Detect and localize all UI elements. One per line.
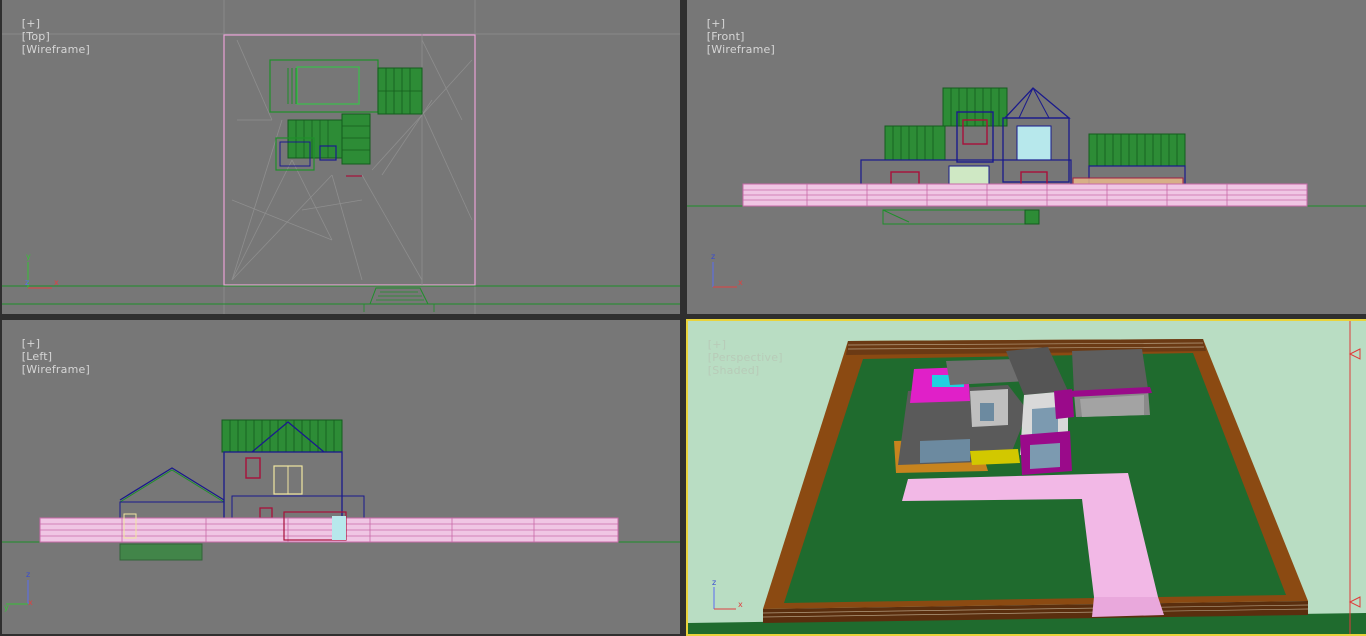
front-roof-left <box>884 125 946 161</box>
left-roof <box>221 419 343 453</box>
garage-roof <box>1072 349 1148 393</box>
viewport-menu-button[interactable]: [+] <box>707 17 725 30</box>
viewport-label-perspective: [+] [Perspective] [Shaded] <box>693 325 783 390</box>
axis-label-z: z <box>711 252 715 261</box>
axis-label-x: x <box>738 278 743 287</box>
viewport-label-left: [+] [Left] [Wireframe] <box>7 324 90 389</box>
viewport-shading-mode[interactable]: [Shaded] <box>708 364 760 377</box>
axis-label-z: z <box>26 570 30 579</box>
camera-target-marker[interactable] <box>1348 348 1361 360</box>
viewport-top[interactable]: [+] [Top] [Wireframe] y x z <box>2 0 680 314</box>
viewport-shading-mode[interactable]: [Wireframe] <box>22 43 90 56</box>
pool-steps <box>287 68 297 104</box>
front-wireframe-scene: z x <box>687 87 1366 288</box>
viewport-view-name[interactable]: [Left] <box>22 350 52 363</box>
viewport-view-name[interactable]: [Front] <box>707 30 745 43</box>
viewport-menu-button[interactable]: [+] <box>22 337 40 350</box>
axis-label-x: x <box>54 278 59 287</box>
axis-label-x: x <box>738 600 743 609</box>
house-roof-wing <box>341 113 371 165</box>
viewport-front[interactable]: [+] [Front] [Wireframe] z x <box>687 0 1366 314</box>
axis-label-z: z <box>25 278 29 287</box>
perspective-shaded-scene: z x <box>688 321 1366 634</box>
left-wireframe-scene: z x y <box>2 419 680 612</box>
viewport-menu-button[interactable]: [+] <box>22 17 40 30</box>
axis-gizmo <box>27 262 52 289</box>
viewport-menu-button[interactable]: [+] <box>708 338 726 351</box>
viewport-view-name[interactable]: [Perspective] <box>708 351 783 364</box>
pool <box>296 66 360 105</box>
viewport-label-top: [+] [Top] [Wireframe] <box>7 4 90 69</box>
axis-label-z: z <box>712 578 716 587</box>
axis-label-x: x <box>28 598 33 607</box>
viewport-shading-mode[interactable]: [Wireframe] <box>707 43 775 56</box>
viewport-shading-mode[interactable]: [Wireframe] <box>22 363 90 376</box>
axis-label-y: y <box>4 603 9 612</box>
top-wireframe-scene: y x z <box>2 0 680 314</box>
viewport-left[interactable]: [+] [Left] [Wireframe] z x y <box>2 320 680 634</box>
camera-marker[interactable] <box>1348 596 1361 608</box>
viewport-view-name[interactable]: [Top] <box>22 30 50 43</box>
axis-label-y: y <box>26 252 31 261</box>
viewport-label-front: [+] [Front] [Wireframe] <box>692 4 775 69</box>
viewport-perspective[interactable]: [+] [Perspective] [Shaded] z x <box>686 319 1366 636</box>
